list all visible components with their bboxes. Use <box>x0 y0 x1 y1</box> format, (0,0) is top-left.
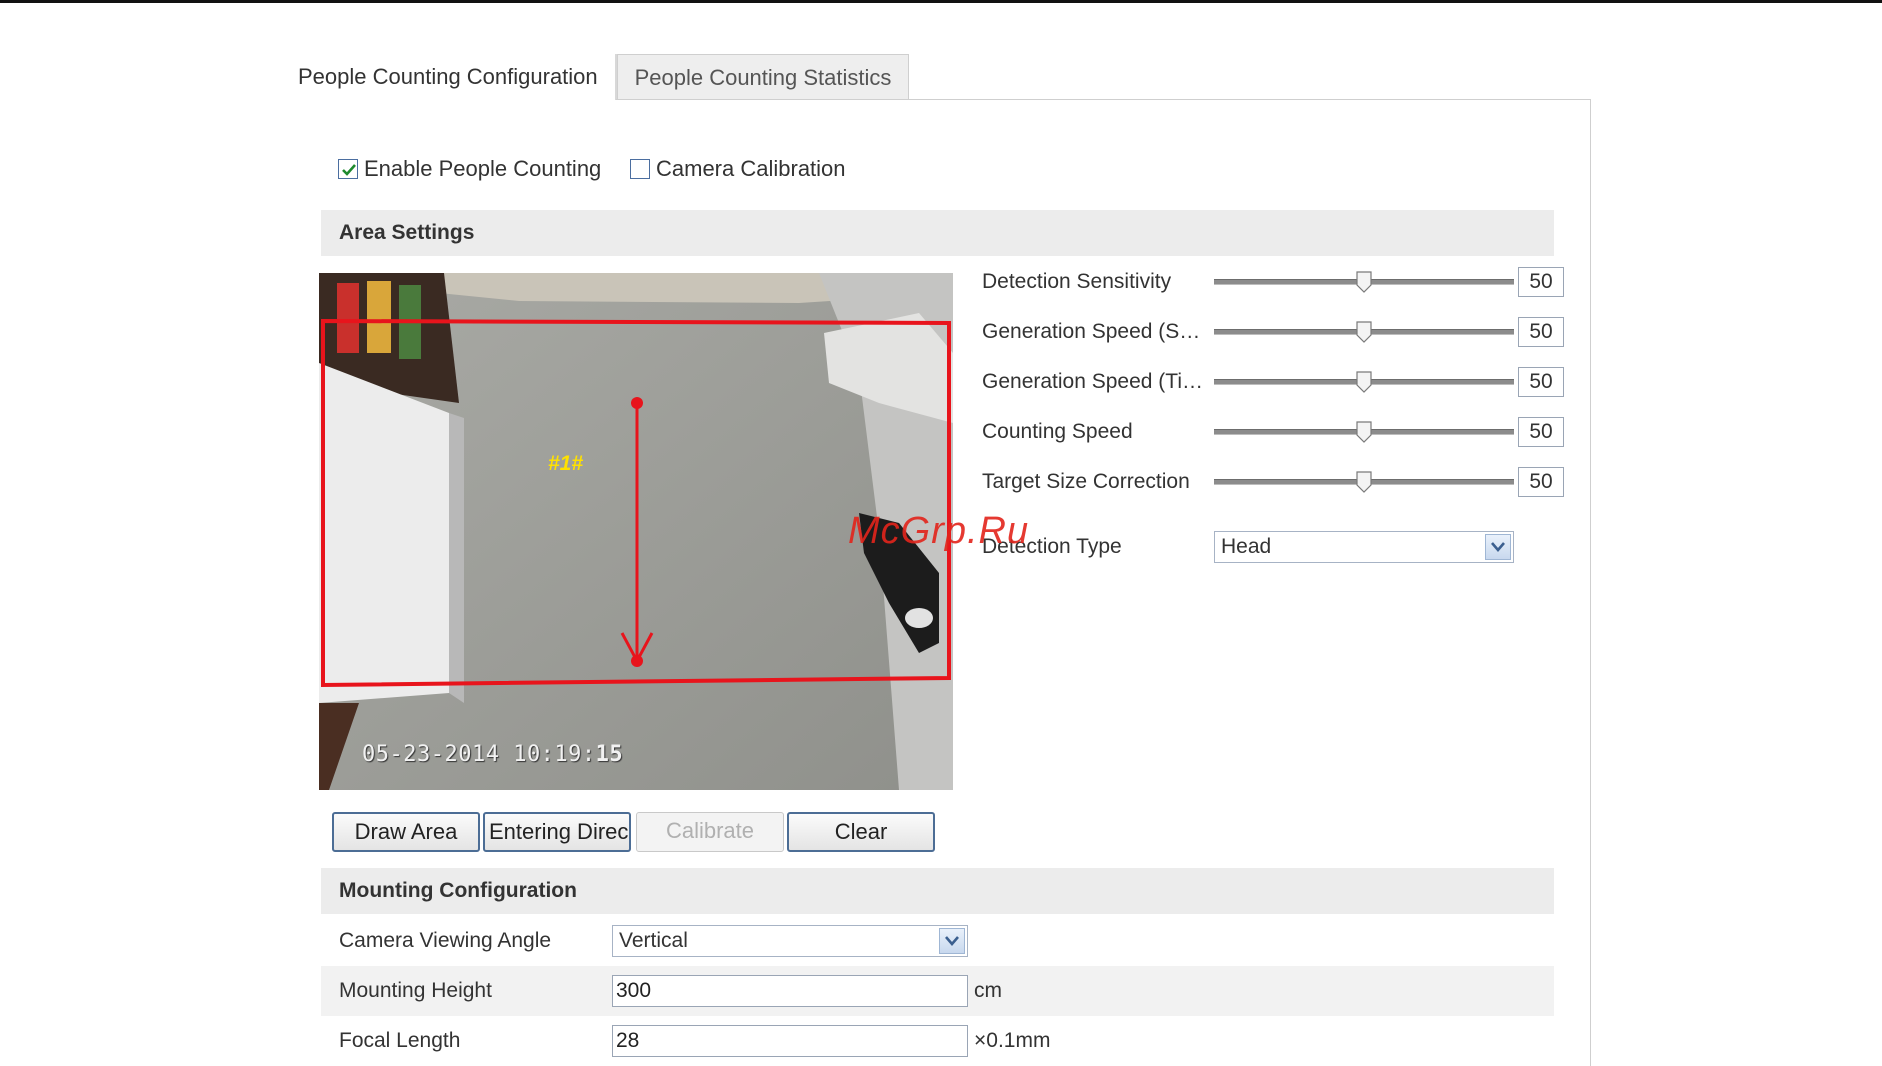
camera-viewing-angle-row: Camera Viewing Angle Vertical <box>321 916 1554 966</box>
camera-viewing-angle-value: Vertical <box>619 929 688 952</box>
mounting-configuration-header: Mounting Configuration <box>321 868 1554 914</box>
slider-thumb[interactable] <box>1356 321 1372 343</box>
panel-border-right <box>1590 99 1591 1066</box>
tab-people-counting-configuration[interactable]: People Counting Configuration <box>290 54 616 100</box>
camera-calibration-checkbox[interactable] <box>630 159 650 179</box>
enable-people-counting-option[interactable]: Enable People Counting <box>338 156 601 182</box>
area-number-label: #1# <box>548 452 584 475</box>
tab-people-counting-statistics[interactable]: People Counting Statistics <box>617 54 909 100</box>
poster-yellow <box>367 281 391 353</box>
slider-value-input[interactable]: 50 <box>1518 467 1564 497</box>
focal-length-label: Focal Length <box>339 1029 461 1052</box>
mounting-height-label: Mounting Height <box>339 979 492 1002</box>
draw-area-button[interactable]: Draw Area <box>332 812 480 852</box>
slider-value-input[interactable]: 50 <box>1518 367 1564 397</box>
calibrate-button: Calibrate <box>636 812 784 852</box>
chevron-down-icon[interactable] <box>939 928 965 954</box>
chevron-down-icon[interactable] <box>1485 534 1511 560</box>
mounting-height-row: Mounting Height 300 cm <box>321 966 1554 1016</box>
detection-type-value: Head <box>1221 535 1272 558</box>
door-frame <box>449 413 464 703</box>
timestamp-date-time: 05-23-2014 10:19: <box>362 742 596 767</box>
timestamp-seconds: 15 <box>595 742 624 767</box>
slider-thumb[interactable] <box>1356 471 1372 493</box>
panel-border-top <box>616 99 1591 100</box>
focal-length-unit: ×0.1mm <box>974 1029 1051 1052</box>
area-settings-header: Area Settings <box>321 210 1554 256</box>
slider-label: Generation Speed (S… <box>982 320 1201 343</box>
top-border <box>0 0 1882 3</box>
entering-direction-button[interactable]: Entering Direc <box>483 812 631 852</box>
camera-viewing-angle-label: Camera Viewing Angle <box>339 929 552 952</box>
clear-button[interactable]: Clear <box>787 812 935 852</box>
slider-label: Target Size Correction <box>982 470 1190 493</box>
camera-viewing-angle-select[interactable]: Vertical <box>612 925 968 957</box>
detection-type-select[interactable]: Head <box>1214 531 1514 563</box>
left-door <box>319 363 449 703</box>
slider-value-input[interactable]: 50 <box>1518 317 1564 347</box>
slider-value-input[interactable]: 50 <box>1518 417 1564 447</box>
focal-length-input[interactable]: 28 <box>612 1025 968 1057</box>
slider-thumb[interactable] <box>1356 421 1372 443</box>
watermark-text: McGrp.Ru <box>848 510 1030 552</box>
slider-label: Detection Sensitivity <box>982 270 1172 293</box>
enable-people-counting-checkbox[interactable] <box>338 159 358 179</box>
video-timestamp: 05-23-2014 10:19:15 <box>362 742 623 767</box>
mounting-height-unit: cm <box>974 979 1002 1002</box>
slider-label: Counting Speed <box>982 420 1133 443</box>
focal-length-row: Focal Length 28 ×0.1mm <box>321 1016 1554 1066</box>
checkmark-icon <box>342 164 356 176</box>
slider-thumb[interactable] <box>1356 271 1372 293</box>
camera-calibration-label: Camera Calibration <box>656 156 846 181</box>
mounting-height-input[interactable]: 300 <box>612 975 968 1007</box>
person-hand <box>905 608 933 628</box>
direction-start-point[interactable] <box>631 397 643 409</box>
slider-label: Generation Speed (Ti… <box>982 370 1204 393</box>
enable-people-counting-label: Enable People Counting <box>364 156 602 181</box>
slider-thumb[interactable] <box>1356 371 1372 393</box>
camera-calibration-option[interactable]: Camera Calibration <box>630 156 846 182</box>
poster-red <box>337 283 359 353</box>
slider-value-input[interactable]: 50 <box>1518 267 1564 297</box>
